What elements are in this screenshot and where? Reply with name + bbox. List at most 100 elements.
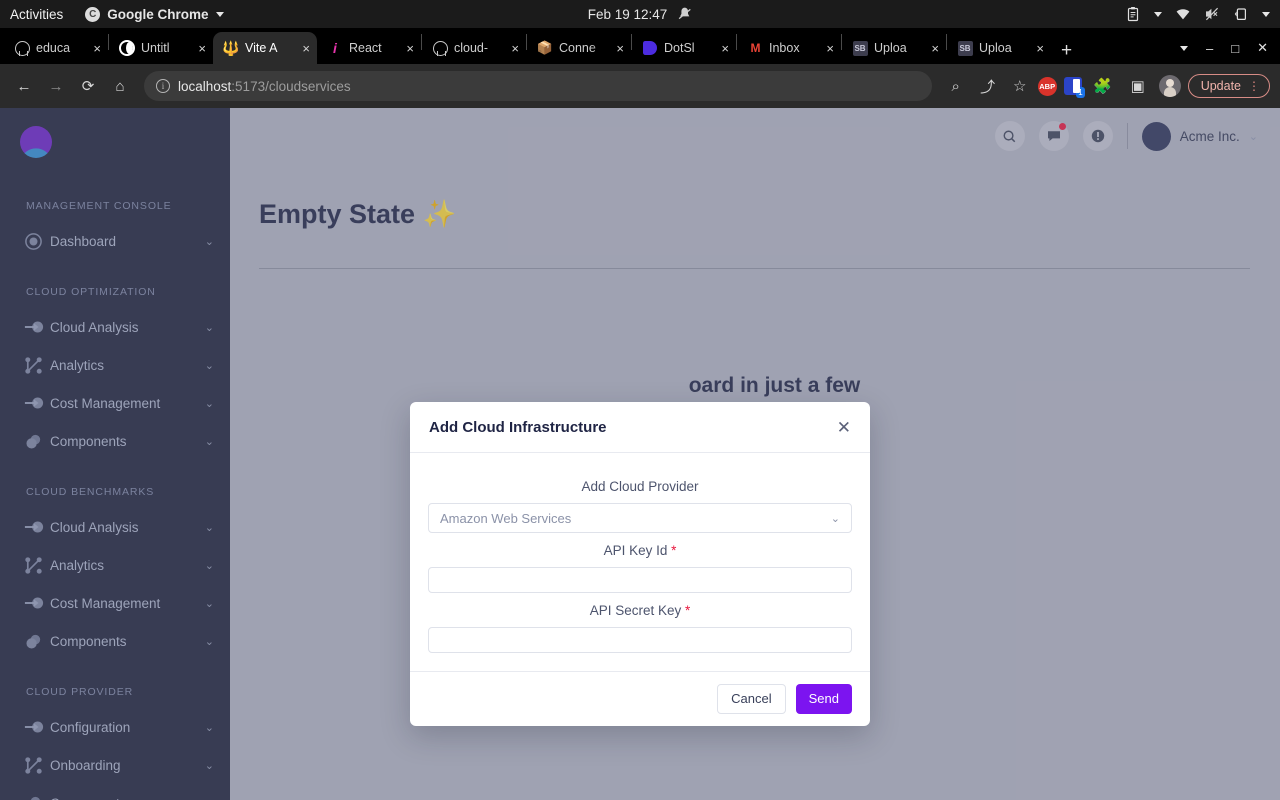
extension-blue-icon[interactable]: 1 (1063, 77, 1085, 98)
share-icon[interactable]: ⤴ (974, 72, 1002, 100)
cancel-button[interactable]: Cancel (717, 684, 786, 715)
modal-header: Add Cloud Infrastructure ✕ (410, 402, 870, 453)
browser-tab[interactable]: SB Uploa × (947, 32, 1051, 64)
globe-icon (119, 40, 135, 56)
modal-title: Add Cloud Infrastructure (429, 419, 607, 436)
adblock-icon[interactable]: ABP (1037, 76, 1057, 96)
tab-title: Uploa (979, 41, 1012, 55)
api-secret-key-input[interactable] (428, 627, 852, 653)
close-icon[interactable]: × (198, 42, 206, 55)
modal-body: Add Cloud Provider Amazon Web Services ⌄… (410, 453, 870, 671)
react-info-icon: i (333, 40, 337, 56)
cloud-provider-value: Amazon Web Services (440, 510, 572, 526)
gmail-icon: M (750, 41, 761, 55)
tab-title: Vite A (245, 41, 278, 55)
sidepanel-icon[interactable]: ▣ (1124, 72, 1152, 100)
close-icon[interactable]: × (406, 42, 414, 55)
home-icon[interactable]: ⌂ (106, 72, 134, 100)
arrow-right-icon[interactable]: → (42, 72, 70, 100)
window-minimize-button[interactable]: – (1206, 41, 1213, 56)
api-secret-key-label: API Secret Key * (428, 603, 852, 618)
extension-badge: 1 (1076, 87, 1085, 98)
star-icon[interactable]: ☆ (1006, 72, 1034, 100)
modal-footer: Cancel Send (410, 671, 870, 726)
cloud-provider-select[interactable]: Amazon Web Services ⌄ (428, 503, 852, 533)
omnibox-host: localhost (178, 78, 232, 94)
vite-icon: 🔱 (222, 40, 240, 56)
activities-button[interactable]: Activities (10, 7, 63, 22)
info-circle-icon[interactable]: i (156, 79, 170, 93)
browser-tab[interactable]: 📦 Conne × (527, 32, 631, 64)
browser-tab[interactable]: cloud- × (422, 32, 526, 64)
zoom-icon[interactable]: ⌕ (942, 72, 970, 100)
tab-search-chevron-down-icon[interactable] (1180, 45, 1188, 51)
required-asterisk: * (685, 603, 691, 618)
browser-tab[interactable]: i React × (317, 32, 421, 64)
close-icon[interactable]: × (826, 42, 834, 55)
sb-icon: SB (852, 40, 868, 56)
reload-icon[interactable]: ⟳ (74, 72, 102, 100)
chevron-down-icon (1262, 11, 1270, 17)
update-button[interactable]: Update ⋮ (1187, 74, 1270, 98)
close-icon[interactable]: × (616, 42, 624, 55)
speaker-muted-icon (1205, 7, 1219, 21)
bell-muted-icon (678, 7, 691, 20)
address-bar[interactable]: i localhost:5173/cloudservices (144, 71, 932, 101)
browser-toolbar: ← → ⟳ ⌂ i localhost:5173/cloudservices ⌕… (0, 64, 1280, 108)
wifi-icon (1176, 9, 1190, 20)
os-top-bar: Activities C Google Chrome Feb 19 12:47 (0, 0, 1280, 28)
active-app-menu[interactable]: C Google Chrome (85, 6, 224, 22)
chevron-down-icon: ⌄ (830, 512, 840, 525)
sb-icon: SB (957, 40, 973, 56)
os-clock[interactable]: Feb 19 12:47 (588, 6, 693, 22)
omnibox-path: :5173/cloudservices (231, 78, 351, 94)
browser-tab[interactable]: DotSl × (632, 32, 736, 64)
new-tab-button[interactable]: + (1051, 41, 1082, 60)
clipboard-icon (1127, 7, 1139, 22)
close-icon[interactable]: × (721, 42, 729, 55)
tab-title: React (349, 41, 382, 55)
tab-title: Conne (559, 41, 596, 55)
kebab-menu-icon[interactable]: ⋮ (1248, 80, 1260, 92)
chevron-down-icon (215, 11, 224, 17)
tab-title: educa (36, 41, 71, 55)
battery-charging-icon (1234, 8, 1247, 20)
window-maximize-button[interactable]: □ (1231, 41, 1239, 56)
close-icon[interactable]: × (511, 42, 519, 55)
api-key-id-input[interactable] (428, 567, 852, 593)
active-app-label: Google Chrome (107, 6, 209, 22)
close-icon[interactable]: × (931, 42, 939, 55)
send-button[interactable]: Send (795, 684, 852, 715)
close-icon[interactable]: ✕ (837, 419, 851, 436)
close-icon[interactable]: × (93, 42, 101, 55)
add-cloud-infrastructure-dialog: Add Cloud Infrastructure ✕ Add Cloud Pro… (410, 402, 870, 727)
update-label: Update (1200, 79, 1241, 93)
browser-tab[interactable]: SB Uploa × (842, 32, 946, 64)
browser-tab[interactable]: educa × (4, 32, 108, 64)
chevron-down-icon (1154, 11, 1162, 17)
page-viewport: MANAGEMENT CONSOLE Dashboard ⌄ CLOUD OPT… (0, 108, 1280, 800)
tab-title: cloud- (454, 41, 489, 55)
api-key-id-label-text: API Key Id (603, 543, 668, 558)
dotslash-icon (642, 40, 658, 56)
close-icon[interactable]: × (1036, 42, 1044, 55)
required-asterisk: * (671, 543, 677, 558)
profile-avatar-icon[interactable] (1158, 75, 1181, 97)
browser-tab[interactable]: Untitl × (109, 32, 213, 64)
tab-title: Uploa (874, 41, 907, 55)
github-icon (14, 40, 30, 56)
close-icon[interactable]: × (302, 42, 310, 55)
package-icon: 📦 (536, 40, 554, 55)
browser-tab-active[interactable]: 🔱 Vite A × (213, 32, 317, 64)
tab-title: Untitl (141, 41, 170, 55)
tab-title: Inbox (769, 41, 800, 55)
browser-tab[interactable]: M Inbox × (737, 32, 841, 64)
window-close-button[interactable]: ✕ (1257, 40, 1268, 56)
tab-title: DotSl (664, 41, 695, 55)
puzzle-icon[interactable]: 🧩 (1089, 72, 1117, 100)
arrow-left-icon[interactable]: ← (10, 72, 38, 100)
os-tray[interactable] (1125, 6, 1280, 22)
chrome-icon: C (85, 6, 101, 22)
provider-field-label: Add Cloud Provider (581, 479, 699, 494)
github-icon (432, 40, 448, 56)
